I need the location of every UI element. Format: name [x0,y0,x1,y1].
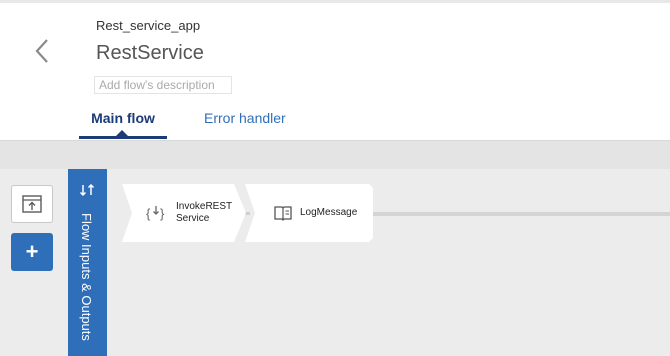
upload-window-icon [22,195,42,213]
svg-text:}: } [160,206,165,221]
flow-node-log-message[interactable]: LogMessage [245,184,373,242]
flow-inputs-outputs-panel[interactable]: Flow Inputs & Outputs [68,169,107,356]
flow-node-label: LogMessage [300,207,358,218]
tab-error-handler[interactable]: Error handler [204,110,286,126]
plus-icon: + [25,239,39,264]
flow-description-input[interactable] [94,76,232,94]
add-button[interactable]: + [11,233,53,271]
rest-invoke-icon: { } [146,206,165,221]
active-tab-underline [79,136,167,139]
back-button[interactable] [30,36,56,66]
svg-text:{: { [146,206,151,221]
tab-error-handler-label: Error handler [204,110,286,126]
flow-node-label: InvokeRESTService [176,201,233,224]
canvas-top-band [0,141,670,169]
chevron-left-icon [35,39,48,63]
flow-node-invoke-rest-service[interactable]: { } InvokeRESTService [122,184,246,242]
upload-button[interactable] [11,185,53,223]
top-strip [0,0,670,3]
app-name: Rest_service_app [96,18,201,33]
book-icon [274,206,292,221]
flow-inputs-outputs-label: Flow Inputs & Outputs [79,213,94,341]
swap-arrows-icon [79,183,95,197]
flow-line [372,212,670,216]
tab-main-flow[interactable]: Main flow [79,110,167,139]
tab-main-flow-label: Main flow [91,110,155,126]
flow-title: RestService [96,42,204,64]
flow-header: Rest_service_app RestService Main flow E… [0,0,670,141]
